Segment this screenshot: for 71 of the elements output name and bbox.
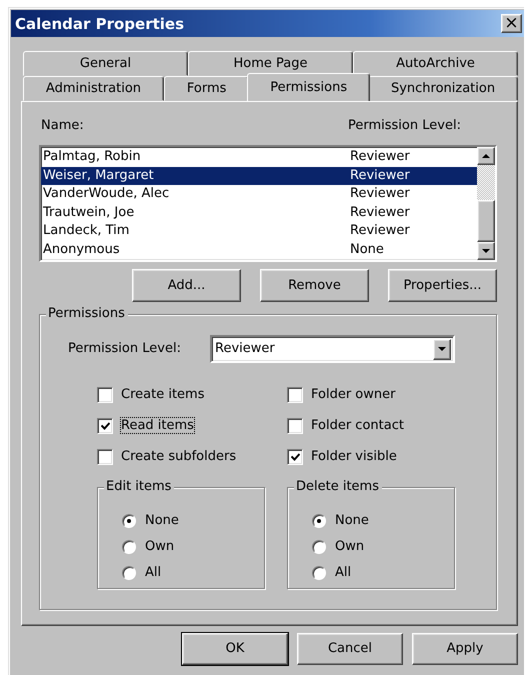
list-row[interactable]: VanderWoude, Alec Reviewer <box>41 185 477 204</box>
name-cell: Anonymous <box>43 242 120 257</box>
list-row[interactable]: Anonymous None <box>41 240 477 259</box>
level-cell: Reviewer <box>350 149 410 166</box>
radio-label: None <box>145 513 179 529</box>
dialog-button[interactable]: Apply <box>412 633 518 665</box>
radio-label: Own <box>335 539 364 555</box>
radio-button[interactable] <box>312 566 326 580</box>
checkbox-label: Create items <box>121 386 204 402</box>
tab[interactable]: Permissions <box>247 73 370 101</box>
checkbox[interactable] <box>97 418 113 434</box>
name-cell: Trautwein, Joe <box>43 204 134 220</box>
down-arrow-icon <box>482 249 490 253</box>
radio-button[interactable] <box>312 540 326 554</box>
dropdown-button[interactable] <box>433 338 451 360</box>
checkbox-label: Read items <box>121 418 194 434</box>
list-row[interactable]: Landeck, Tim Reviewer <box>41 222 477 240</box>
column-header: Permission Level: <box>348 118 461 133</box>
caret-icon <box>438 347 446 351</box>
tab[interactable]: Forms <box>164 76 250 101</box>
radio-label: None <box>335 513 369 529</box>
tab[interactable]: AutoArchive <box>353 51 518 76</box>
list-action-button[interactable]: Remove <box>260 269 369 302</box>
checkbox[interactable] <box>97 386 113 402</box>
window-title: Calendar Properties <box>15 14 184 32</box>
dialog-button[interactable]: OK <box>182 633 288 665</box>
checkbox[interactable] <box>287 386 303 402</box>
dropdown-value: Reviewer <box>215 341 275 357</box>
checkbox-label: Folder contact <box>311 418 404 434</box>
checkbox[interactable] <box>287 418 303 434</box>
radio-label: All <box>145 565 162 581</box>
scroll-thumb[interactable] <box>477 200 495 242</box>
level-cell: Reviewer <box>350 204 410 221</box>
close-button[interactable]: × <box>501 14 522 33</box>
checkbox-label: Folder visible <box>311 448 397 464</box>
name-cell: Landeck, Tim <box>43 223 130 238</box>
tab[interactable]: Administration <box>23 76 164 101</box>
dropdown-field[interactable]: Reviewer <box>210 335 455 363</box>
tab[interactable]: Home Page <box>188 51 353 76</box>
name-cell: VanderWoude, Alec <box>43 186 170 202</box>
dialog-button[interactable]: Cancel <box>297 633 403 665</box>
list-row[interactable]: Weiser, Margaret Reviewer <box>41 166 477 185</box>
level-cell: Reviewer <box>350 223 410 240</box>
radio-button[interactable] <box>122 566 136 580</box>
level-cell: None <box>350 242 384 258</box>
level-cell: Reviewer <box>350 168 410 184</box>
radio-button[interactable] <box>122 540 136 554</box>
field-label: Permission Level: <box>68 341 182 357</box>
level-cell: Reviewer <box>350 186 410 202</box>
checkbox-label: Create subfolders <box>121 448 236 464</box>
radio-button[interactable] <box>312 514 326 528</box>
checkbox-label: Folder owner <box>311 386 396 402</box>
checkbox[interactable] <box>97 448 113 464</box>
column-header: Name: <box>41 118 84 133</box>
check-icon <box>290 452 300 460</box>
scroll-down-button[interactable] <box>477 242 495 260</box>
list-row[interactable]: Trautwein, Joe Reviewer <box>41 204 477 222</box>
radio-label: Own <box>145 539 174 555</box>
up-arrow-icon <box>482 154 490 158</box>
name-cell: Palmtag, Robin <box>43 149 141 164</box>
tab[interactable]: General <box>23 51 188 76</box>
checkbox[interactable] <box>287 448 303 464</box>
radio-button[interactable] <box>122 514 136 528</box>
check-icon <box>100 422 110 430</box>
list-row[interactable]: Palmtag, Robin Reviewer <box>41 148 477 166</box>
scroll-up-button[interactable] <box>477 147 495 165</box>
list-action-button[interactable]: Properties... <box>388 269 497 302</box>
name-cell: Weiser, Margaret <box>43 168 154 183</box>
radio-label: All <box>335 565 352 581</box>
list-action-button[interactable]: Add... <box>132 269 241 302</box>
tab[interactable]: Synchronization <box>368 76 518 101</box>
